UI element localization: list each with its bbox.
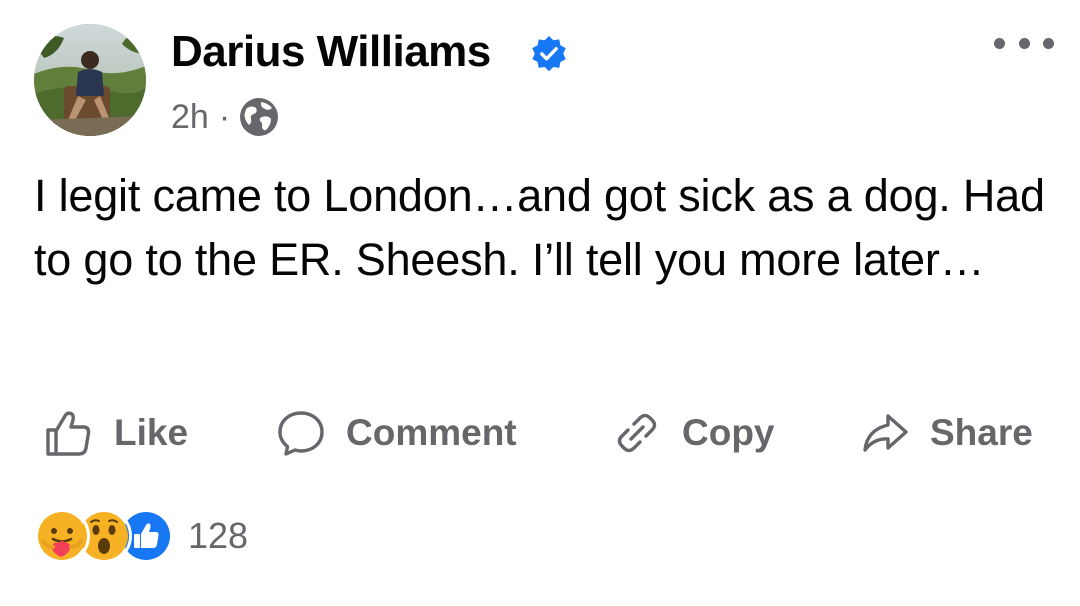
post-timestamp[interactable]: 2h bbox=[171, 98, 209, 137]
author-avatar[interactable] bbox=[34, 24, 146, 136]
comment-button[interactable]: Comment bbox=[276, 400, 517, 466]
avatar-photo bbox=[34, 24, 146, 136]
share-arrow-icon bbox=[863, 414, 908, 452]
copy-label: Copy bbox=[682, 412, 775, 453]
reaction-count[interactable]: 128 bbox=[188, 515, 248, 557]
copy-link-button[interactable]: Copy bbox=[612, 400, 775, 466]
verified-badge-icon bbox=[530, 35, 568, 73]
meta-separator: · bbox=[218, 97, 231, 136]
more-dot bbox=[1043, 37, 1054, 49]
post-meta: 2h · bbox=[171, 95, 280, 139]
more-dot bbox=[994, 37, 1005, 49]
author-name[interactable]: Darius Williams bbox=[171, 26, 491, 78]
thumbs-up-icon bbox=[46, 411, 91, 456]
post-body-text: I legit came to London…and got sick as a… bbox=[34, 170, 1045, 285]
more-options-button[interactable] bbox=[994, 30, 1054, 56]
share-label: Share bbox=[930, 412, 1033, 453]
globe-icon bbox=[240, 98, 279, 136]
care-reaction-icon bbox=[34, 508, 90, 564]
post-actions-bar: Like Comment Copy Share bbox=[0, 400, 1080, 466]
post-card: Darius Williams 2h · I legit came to Lon… bbox=[0, 0, 1080, 606]
comment-bubble-icon bbox=[278, 411, 324, 456]
reactions-summary[interactable]: 128 bbox=[34, 508, 248, 564]
like-label: Like bbox=[114, 412, 189, 453]
share-button[interactable]: Share bbox=[860, 400, 1033, 466]
like-button[interactable]: Like bbox=[44, 400, 188, 466]
link-icon bbox=[617, 413, 657, 453]
comment-label: Comment bbox=[346, 412, 517, 453]
more-dot bbox=[1018, 37, 1030, 49]
